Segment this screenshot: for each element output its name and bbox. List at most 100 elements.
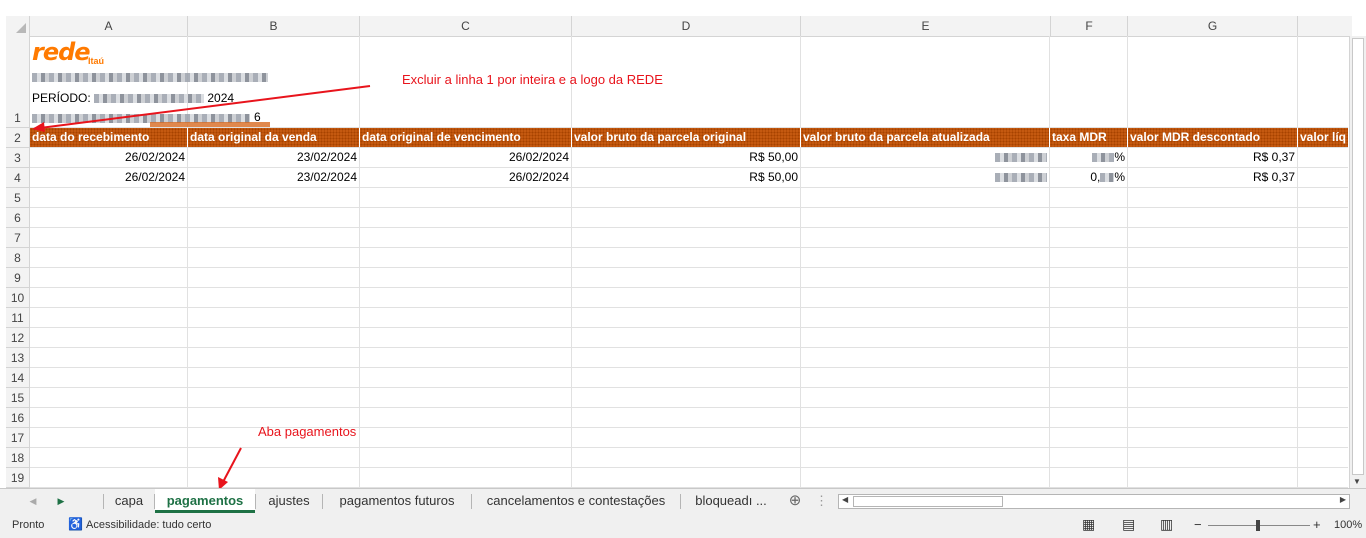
row-header-8[interactable]: 8 [6,248,30,268]
tab-bloqueados[interactable]: bloqueadı ... [681,489,781,513]
column-header-a[interactable]: A [30,16,188,36]
vertical-scroll-thumb[interactable] [1352,38,1364,475]
zoom-in-icon[interactable]: + [1313,517,1321,532]
accessibility-icon[interactable]: ♿ [68,517,83,531]
gridline [800,36,801,488]
gridline [30,207,1348,208]
scroll-right-icon[interactable]: ▶ [1340,495,1346,504]
tab-pagamentos[interactable]: pagamentos [155,489,255,513]
rede-logo[interactable]: rede Itaú [30,36,130,68]
row-header-5[interactable]: 5 [6,188,30,208]
horizontal-scroll-thumb[interactable] [853,496,1003,507]
horizontal-scrollbar[interactable]: ◀ ▶ [838,494,1350,509]
tab-ajustes[interactable]: ajustes [256,489,322,513]
gridline [30,327,1348,328]
gridline [30,227,1348,228]
sheet-tabs-bar: ◀ ▶ capa pagamentos ajustes pagamentos f… [0,488,1366,515]
gridline [30,367,1348,368]
cell-e3[interactable] [801,147,1049,167]
cell-a4[interactable]: 26/02/2024 [30,167,187,187]
annotation-aba-pagamentos: Aba pagamentos [258,424,357,439]
gridline [571,36,572,488]
row-header-15[interactable]: 15 [6,388,30,408]
row-header-18[interactable]: 18 [6,448,30,468]
normal-view-icon[interactable]: ▦ [1082,516,1095,533]
cell-c3[interactable]: 26/02/2024 [360,147,571,167]
cell-c4[interactable]: 26/02/2024 [360,167,571,187]
row-header-13[interactable]: 13 [6,348,30,368]
redacted-value [1100,173,1115,183]
header-valor-mdr-descontado[interactable]: valor MDR descontado [1128,128,1298,147]
row-header-19[interactable]: 19 [6,468,30,488]
gridline [1049,36,1050,488]
row-header-16[interactable]: 16 [6,408,30,428]
gridline [30,387,1348,388]
cell-d3[interactable]: R$ 50,00 [572,147,800,167]
cell-g4[interactable]: R$ 0,37 [1128,167,1297,187]
tab-cancelamentos[interactable]: cancelamentos e contestações [472,489,680,513]
split-handle-icon[interactable]: ⋮ [815,489,828,513]
row-header-2[interactable]: 2 [6,128,30,148]
tab-pagamentos-futuros[interactable]: pagamentos futuros [323,489,471,513]
gridline [30,247,1348,248]
next-sheet-icon[interactable]: ▶ [54,489,68,513]
cell-d4[interactable]: R$ 50,00 [572,167,800,187]
gridline [1297,36,1298,488]
column-header-f[interactable]: F [1051,16,1128,36]
row-header-10[interactable]: 10 [6,288,30,308]
scroll-left-icon[interactable]: ◀ [842,495,848,504]
row-header-1[interactable]: 1 [6,36,30,128]
header-data-original-vencimento[interactable]: data original de vencimento [360,128,572,147]
column-header-d[interactable]: D [572,16,801,36]
row-header-3[interactable]: 3 [6,148,30,168]
row-header-6[interactable]: 6 [6,208,30,228]
rede-logo-text: rede [32,38,91,66]
select-all-corner[interactable] [6,16,30,36]
cell-grid[interactable]: rede Itaú PERÍODO: 2024 6 data do recebi… [30,36,1348,488]
select-all-triangle-icon [16,23,26,33]
gridline [30,347,1348,348]
status-bar: Pronto ♿ Acessibilidade: tudo certo ▦ ▤ … [0,514,1366,538]
prev-sheet-icon[interactable]: ◀ [26,489,40,513]
header-valor-bruto-atualizada[interactable]: valor bruto da parcela atualizada [801,128,1050,147]
cell-b4[interactable]: 23/02/2024 [188,167,359,187]
annotation-arrow-down-icon [218,447,242,488]
add-sheet-icon[interactable]: ⊕ [785,489,805,513]
column-header-h[interactable] [1298,16,1352,36]
header-valor-bruto-original[interactable]: valor bruto da parcela original [572,128,801,147]
column-header-b[interactable]: B [188,16,360,36]
row-header-12[interactable]: 12 [6,328,30,348]
accessibility-status[interactable]: Acessibilidade: tudo certo [86,519,211,531]
rede-logo-sub: Itaú [88,56,105,66]
page-break-view-icon[interactable]: ▥ [1160,516,1173,533]
cell-e4[interactable] [801,167,1049,187]
zoom-level[interactable]: 100% [1334,519,1362,531]
annotation-excluir-linha: Excluir a linha 1 por inteira e a logo d… [402,72,663,87]
vertical-scrollbar[interactable]: ▼ [1349,36,1366,488]
tab-capa[interactable]: capa [104,489,154,513]
row-header-17[interactable]: 17 [6,428,30,448]
row-header-9[interactable]: 9 [6,268,30,288]
cell-a3[interactable]: 26/02/2024 [30,147,187,167]
header-valor-liquido[interactable]: valor líq [1298,128,1348,147]
cell-f4[interactable]: 0,% [1050,167,1127,187]
zoom-slider-thumb[interactable] [1256,520,1260,531]
zoom-out-icon[interactable]: − [1194,517,1202,532]
row-header-4[interactable]: 4 [6,168,30,188]
cell-b3[interactable]: 23/02/2024 [188,147,359,167]
column-header-g[interactable]: G [1128,16,1298,36]
taxa-prefix: 0, [1090,170,1101,184]
gridline [30,407,1348,408]
page-layout-view-icon[interactable]: ▤ [1122,516,1135,533]
header-taxa-mdr[interactable]: taxa MDR [1050,128,1128,147]
row-header-7[interactable]: 7 [6,228,30,248]
row-header-14[interactable]: 14 [6,368,30,388]
cell-g3[interactable]: R$ 0,37 [1128,147,1297,167]
column-header-c[interactable]: C [360,16,572,36]
row-header-11[interactable]: 11 [6,308,30,328]
gridline [30,267,1348,268]
scroll-down-icon[interactable]: ▼ [1353,477,1361,486]
cell-f3[interactable]: % [1050,147,1127,167]
top-strip [0,0,1366,14]
column-header-e[interactable]: E [801,16,1051,36]
